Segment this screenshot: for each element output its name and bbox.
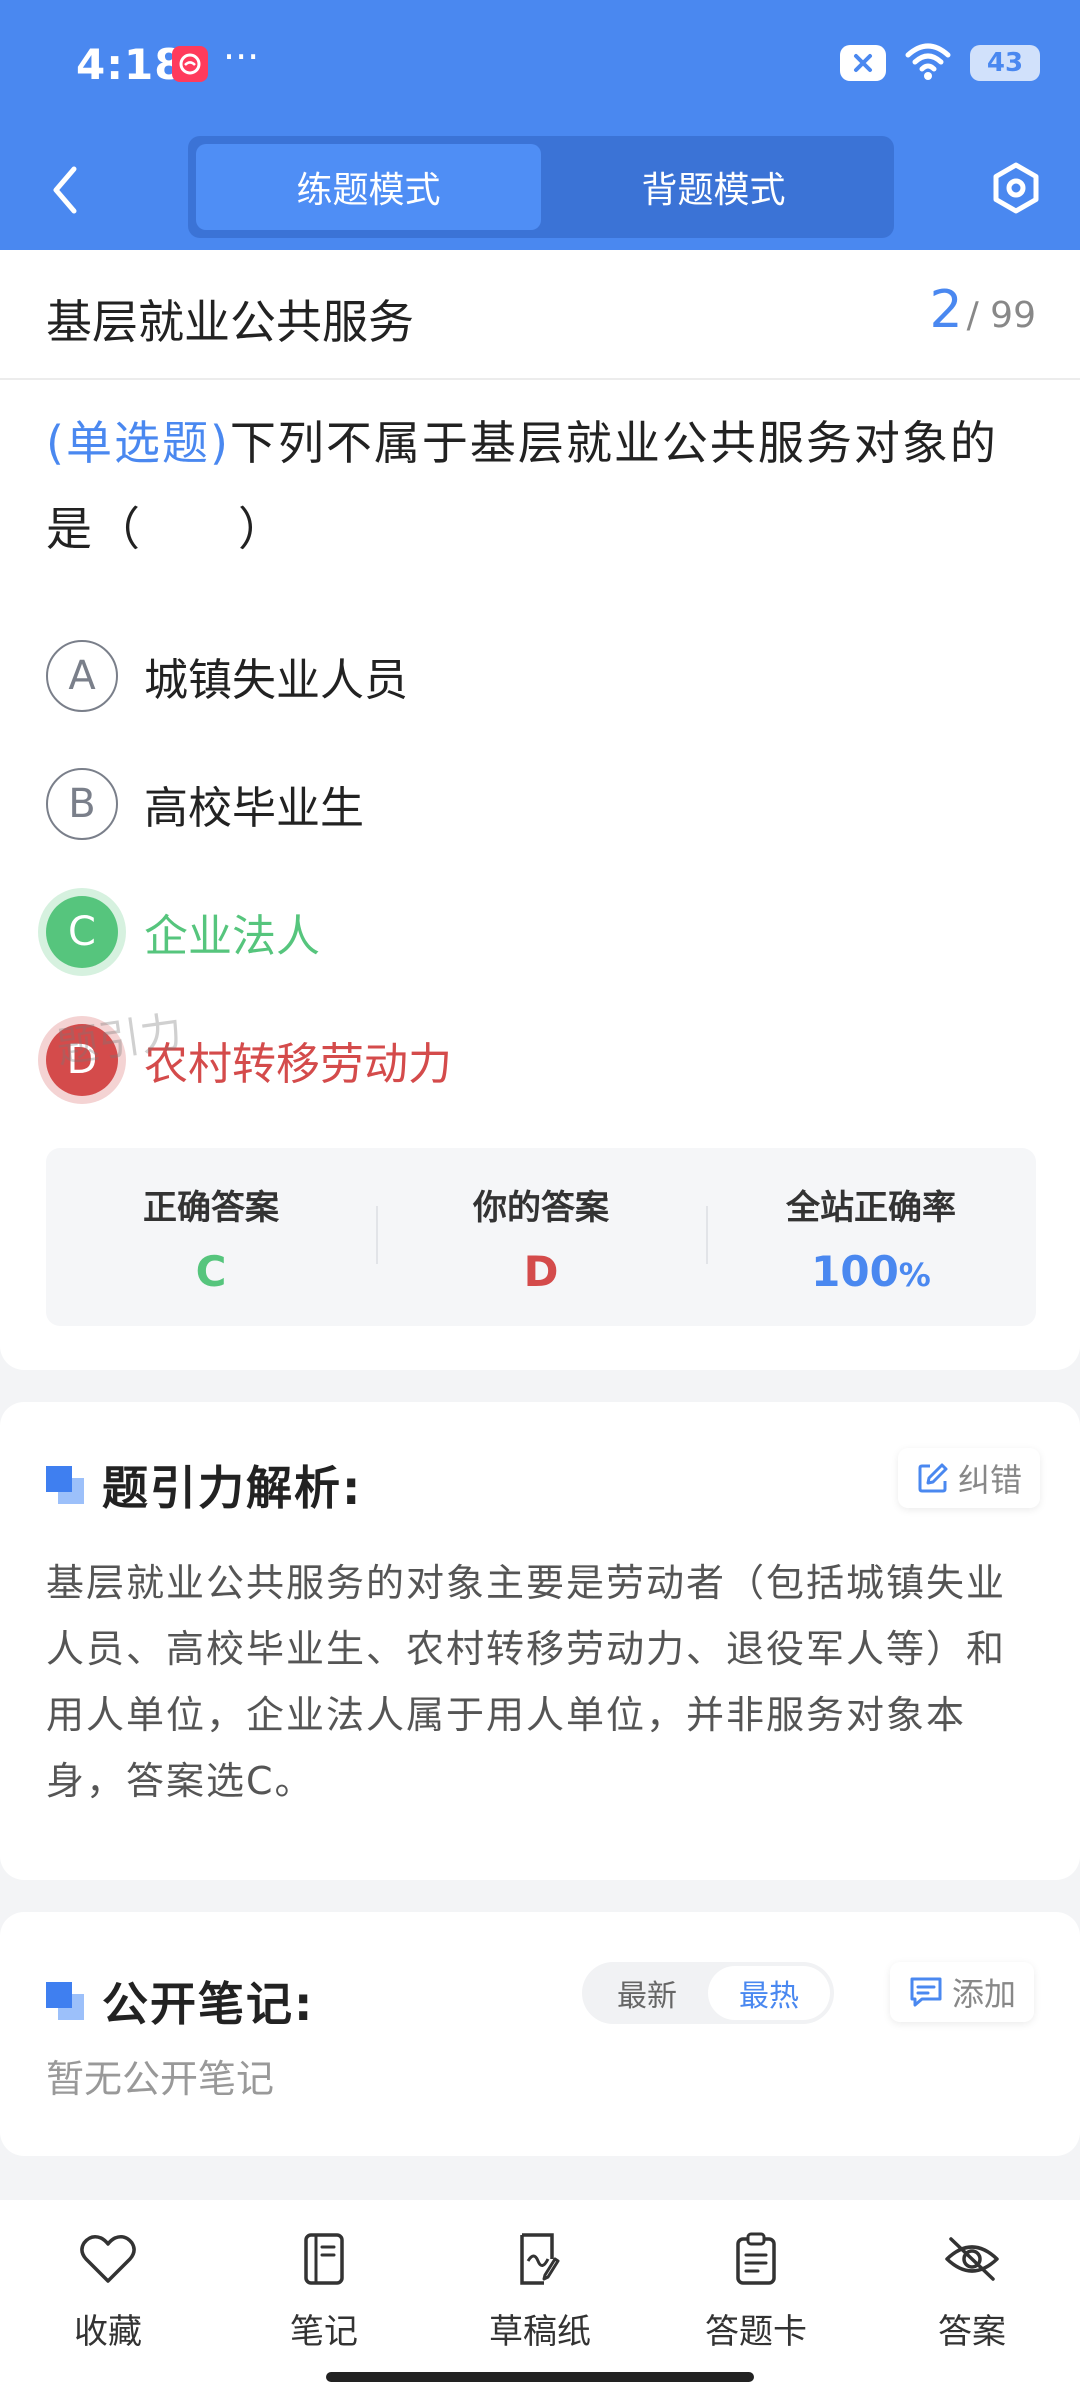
notes-header: 公开笔记: — [46, 1968, 314, 2034]
notebook-icon — [293, 2228, 355, 2290]
bottom-toolbar: 收藏 笔记 草稿纸 答题卡 答案 — [0, 2200, 1080, 2400]
question-type: (单选题) — [46, 416, 230, 470]
draft-paper-label: 草稿纸 — [489, 2312, 591, 2352]
option-text: 企业法人 — [144, 911, 320, 962]
notes-label: 笔记 — [290, 2312, 358, 2352]
favorite-button[interactable]: 收藏 — [0, 2200, 216, 2400]
chapter-title: 基层就业公共服务 — [46, 295, 414, 349]
tab-practice-mode[interactable]: 练题模式 — [196, 144, 541, 230]
sort-newest[interactable]: 最新 — [586, 1966, 708, 2020]
analysis-header: 题引力解析: — [46, 1452, 362, 1518]
home-indicator[interactable] — [326, 2372, 754, 2382]
status-time: 4:18 — [76, 40, 185, 89]
option-key: C — [46, 896, 118, 968]
draft-paper-icon — [509, 2228, 571, 2290]
add-note-label: 添加 — [952, 1975, 1017, 2013]
notes-sort-toggle: 最新 最热 — [582, 1962, 834, 2024]
answer-sheet-label: 答题卡 — [705, 2312, 807, 2352]
back-button[interactable] — [40, 162, 90, 218]
report-error-label: 纠错 — [958, 1461, 1023, 1499]
current-question-number: 2 — [929, 280, 963, 340]
more-notifications-icon: ··· — [223, 35, 260, 79]
edit-icon — [918, 1463, 948, 1493]
report-error-button[interactable]: 纠错 — [898, 1448, 1041, 1508]
correct-answer-stat: 正确答案 C — [46, 1148, 376, 1326]
option-text: 农村转移劳动力 — [144, 1039, 452, 1090]
section-square-icon — [46, 1982, 84, 2020]
option-key: B — [46, 768, 118, 840]
your-answer-value: D — [523, 1247, 559, 1296]
app-notification-icon — [172, 46, 208, 82]
options-list: A 城镇失业人员 B 高校毕业生 C 企业法人 D 农村转移劳动力 — [46, 612, 1036, 1124]
option-a[interactable]: A 城镇失业人员 — [46, 612, 1036, 740]
hexagon-settings-icon — [993, 162, 1039, 214]
question-header: 基层就业公共服务 2/ 99 — [0, 250, 1080, 380]
settings-button[interactable] — [984, 156, 1048, 220]
question-card: 基层就业公共服务 2/ 99 (单选题)下列不属于基层就业公共服务对象的是（ ）… — [0, 250, 1080, 1370]
option-d[interactable]: D 农村转移劳动力 — [46, 996, 1036, 1124]
analysis-title: 题引力解析: — [102, 1461, 363, 1515]
mode-switch: 练题模式 背题模式 — [188, 136, 894, 238]
chevron-left-icon — [53, 166, 77, 214]
accuracy-number: 100 — [811, 1247, 899, 1296]
comment-icon — [910, 1977, 942, 2007]
answer-sheet-icon — [725, 2228, 787, 2290]
option-text: 高校毕业生 — [144, 783, 364, 834]
accuracy-value: 100% — [706, 1247, 1036, 1296]
close-pill-icon — [840, 45, 886, 81]
answer-sheet-button[interactable]: 答题卡 — [648, 2200, 864, 2400]
question-text: (单选题)下列不属于基层就业公共服务对象的是（ ） — [46, 400, 1036, 572]
wifi-icon — [904, 41, 952, 85]
accuracy-stat: 全站正确率 100% — [706, 1148, 1036, 1326]
sort-hottest[interactable]: 最热 — [708, 1966, 830, 2020]
option-b[interactable]: B 高校毕业生 — [46, 740, 1036, 868]
favorite-label: 收藏 — [74, 2312, 142, 2352]
draft-paper-button[interactable]: 草稿纸 — [432, 2200, 648, 2400]
correct-answer-label: 正确答案 — [143, 1188, 279, 1228]
section-square-icon — [46, 1466, 84, 1504]
accuracy-unit: % — [898, 1256, 931, 1294]
correct-answer-value: C — [195, 1247, 227, 1296]
option-text: 城镇失业人员 — [144, 655, 408, 706]
heart-icon — [77, 2228, 139, 2290]
notes-button[interactable]: 笔记 — [216, 2200, 432, 2400]
top-bar: 4:18 ··· 43 练题模式 背题模式 — [0, 0, 1080, 250]
your-answer-label: 你的答案 — [473, 1188, 609, 1228]
analysis-card: 题引力解析: 纠错 基层就业公共服务的对象主要是劳动者（包括城镇失业人员、高校毕… — [0, 1402, 1080, 1880]
eye-off-icon — [941, 2228, 1003, 2290]
accuracy-label: 全站正确率 — [786, 1188, 956, 1228]
your-answer-stat: 你的答案 D — [376, 1148, 706, 1326]
answer-stats: 正确答案 C 你的答案 D 全站正确率 100% — [46, 1148, 1036, 1326]
show-answer-button[interactable]: 答案 — [864, 2200, 1080, 2400]
question-counter[interactable]: 2/ 99 — [930, 280, 1036, 340]
option-c[interactable]: C 企业法人 — [46, 868, 1036, 996]
status-icons: 43 — [840, 40, 1040, 86]
status-bar: 4:18 ··· 43 — [0, 0, 1080, 130]
battery-icon: 43 — [970, 45, 1040, 81]
show-answer-label: 答案 — [938, 2312, 1006, 2352]
option-key: A — [46, 640, 118, 712]
notes-title: 公开笔记: — [102, 1977, 315, 2031]
tab-memorize-mode[interactable]: 背题模式 — [541, 144, 886, 230]
notes-empty-text: 暂无公开笔记 — [46, 2057, 275, 2101]
total-questions: / 99 — [966, 295, 1036, 336]
nav-bar: 练题模式 背题模式 — [0, 130, 1080, 250]
analysis-text: 基层就业公共服务的对象主要是劳动者（包括城镇失业人员、高校毕业生、农村转移劳动力… — [46, 1561, 1007, 1803]
notes-card: 公开笔记: 最新 最热 添加 暂无公开笔记 — [0, 1912, 1080, 2156]
add-note-button[interactable]: 添加 — [890, 1962, 1035, 2022]
